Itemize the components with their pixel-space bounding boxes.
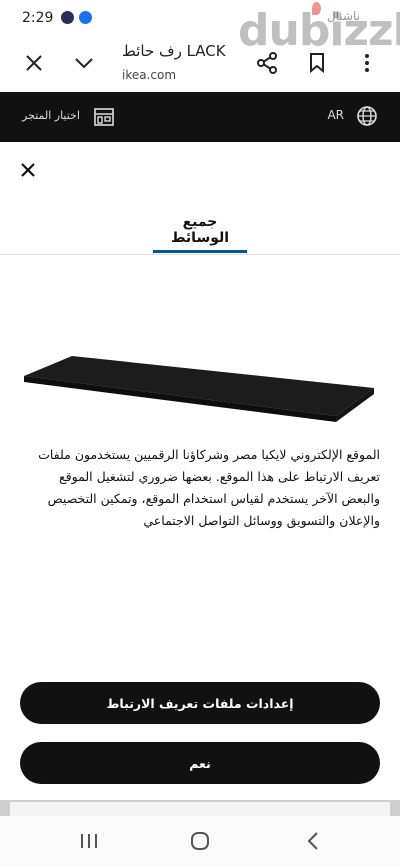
chevron-down-icon xyxy=(75,58,93,69)
store-icon[interactable] xyxy=(94,107,114,127)
shelf-image xyxy=(24,356,374,422)
screen: 2:29 ناشنال dubizzle رف حائط LACK ikea.c… xyxy=(0,0,400,866)
share-icon xyxy=(257,52,277,74)
more-vert-icon xyxy=(365,54,369,72)
close-tab-button[interactable] xyxy=(20,49,48,77)
system-nav-bar xyxy=(0,816,400,866)
product-image[interactable] xyxy=(0,342,400,442)
cookie-message: الموقع الإلكتروني لايكيا مصر وشركاؤنا ال… xyxy=(38,447,380,528)
share-button[interactable] xyxy=(253,49,281,77)
modal-close-button[interactable] xyxy=(16,158,40,182)
tab-divider xyxy=(0,254,400,255)
back-button[interactable] xyxy=(300,828,326,854)
ikea-header: اختيار المتجر AR xyxy=(0,92,400,142)
cookie-banner: الموقع الإلكتروني لايكيا مصر وشركاؤنا ال… xyxy=(0,438,400,658)
page-url: ikea.com xyxy=(122,68,177,82)
page-behind-strip xyxy=(0,800,400,816)
back-icon xyxy=(307,832,318,850)
page-title: رف حائط LACK xyxy=(122,42,226,60)
store-select-label[interactable]: اختيار المتجر xyxy=(22,109,80,122)
notification-app-icon xyxy=(61,11,74,24)
accept-cookies-button[interactable]: نعم xyxy=(20,742,380,784)
browser-toolbar: رف حائط LACK ikea.com xyxy=(0,34,400,92)
messenger-icon xyxy=(79,11,92,24)
bookmark-icon xyxy=(310,53,324,73)
carrier-label: ناشنال xyxy=(326,9,360,23)
recent-apps-icon xyxy=(81,834,97,848)
status-bar: 2:29 ناشنال xyxy=(0,0,400,34)
close-icon xyxy=(21,163,35,177)
home-icon xyxy=(191,832,209,850)
language-label[interactable]: AR xyxy=(327,108,344,122)
globe-icon[interactable] xyxy=(356,105,378,127)
cookie-settings-button[interactable]: إعدادات ملفات تعريف الارتباط xyxy=(20,682,380,724)
tab-all-media[interactable]: جميع الوسائط xyxy=(153,214,247,246)
home-button[interactable] xyxy=(187,828,213,854)
minimize-tab-button[interactable] xyxy=(70,49,98,77)
close-icon xyxy=(26,55,42,71)
bookmark-button[interactable] xyxy=(303,49,331,77)
active-tab-indicator xyxy=(153,250,247,253)
recent-apps-button[interactable] xyxy=(76,828,102,854)
status-time: 2:29 xyxy=(22,10,54,26)
watermark-pin-icon xyxy=(312,2,321,15)
more-options-button[interactable] xyxy=(353,49,381,77)
